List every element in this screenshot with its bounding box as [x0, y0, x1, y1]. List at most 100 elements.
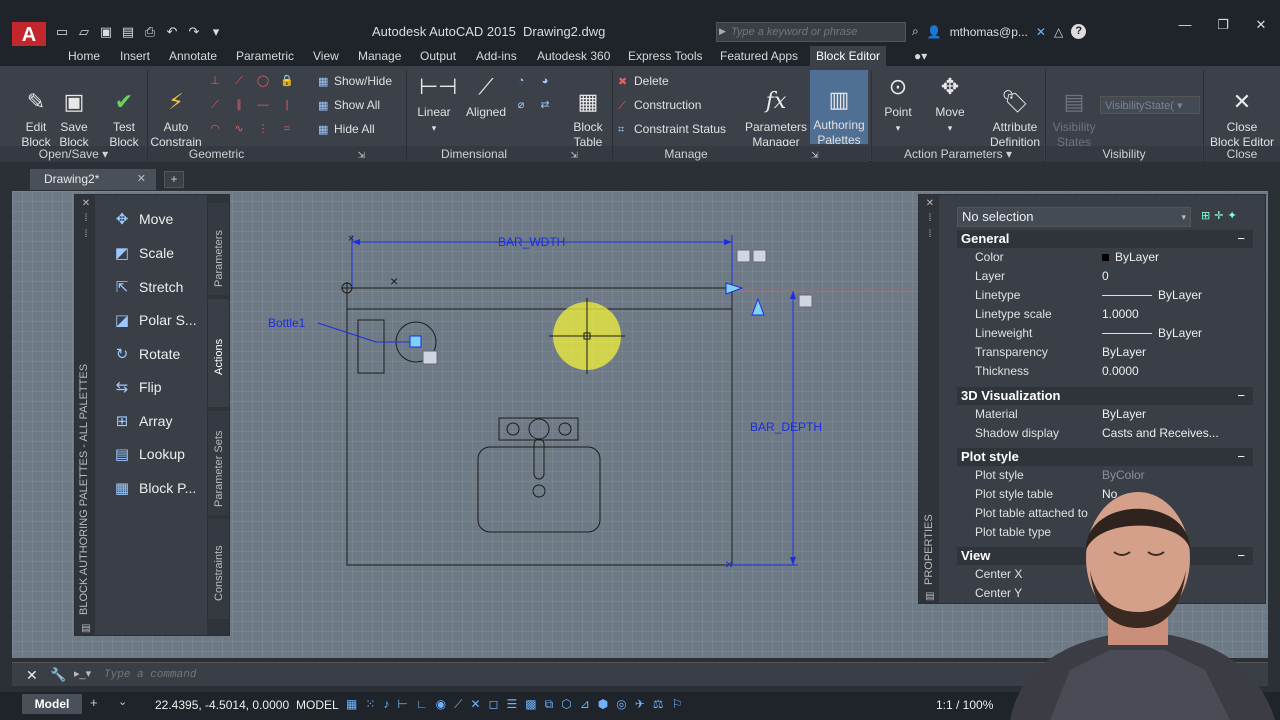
symmetric-icon[interactable]: ⋮ — [256, 122, 270, 136]
parameters-manager-button[interactable]: fx Parameters Manager — [744, 72, 808, 150]
dynamic-ucs-icon[interactable]: ⊿ — [580, 697, 590, 712]
snap-icon[interactable]: ⁙ — [365, 697, 375, 712]
equal-icon[interactable]: = — [280, 122, 294, 136]
search-input[interactable] — [717, 23, 905, 41]
properties-options-icon[interactable]: ⁞ — [924, 229, 936, 240]
block-table-button[interactable]: ▦ Block Table — [566, 72, 610, 150]
help-icon[interactable]: ? — [1071, 24, 1087, 39]
print-icon[interactable]: ⎙ — [142, 24, 158, 40]
properties-close-icon[interactable]: ✕ — [924, 198, 936, 209]
prop-row-lineweight[interactable]: Lineweight ByLayer — [957, 324, 1253, 343]
model-layout-tab[interactable]: Model — [22, 694, 82, 714]
annotation-autoscale-icon[interactable]: ⚐ — [672, 697, 683, 712]
palette-item-move[interactable]: ✥ Move — [111, 207, 174, 231]
viewport-scale[interactable]: 1:1 / 100% — [936, 698, 993, 712]
tab-view[interactable]: View — [307, 46, 345, 66]
dynamic-input-icon[interactable]: ⊢ — [397, 697, 407, 712]
infer-constraints-icon[interactable]: ♪ — [383, 697, 389, 712]
tab-parametric[interactable]: Parametric — [230, 46, 300, 66]
prop-row-material[interactable]: Material ByLayer — [957, 405, 1253, 424]
customize-icon[interactable]: 🔧 — [50, 667, 66, 683]
palette-tab-actions[interactable]: Actions — [207, 299, 229, 407]
command-input[interactable] — [104, 666, 604, 684]
ribbon-minimize-icon[interactable]: ●▾ — [908, 46, 933, 66]
point-parameter-button[interactable]: ⊙ Point ▾ — [878, 72, 918, 136]
open-save-group-label[interactable]: Open/Save ▾ — [0, 146, 147, 162]
horizontal-icon[interactable]: — — [256, 98, 270, 112]
tab-annotate[interactable]: Annotate — [163, 46, 223, 66]
close-command-line-icon[interactable]: ✕ — [26, 667, 38, 684]
geometric-group-label[interactable]: Geometric ⇲ — [148, 146, 406, 162]
polar-tracking-icon[interactable]: ◉ — [436, 697, 446, 712]
palette-autohide-icon[interactable]: ⁞ — [80, 213, 92, 224]
properties-menu-icon[interactable]: ▤ — [924, 591, 936, 602]
parallel-icon[interactable]: ∥ — [232, 98, 246, 112]
tangent-icon[interactable]: ◠ — [208, 122, 222, 136]
bottle-grip[interactable] — [409, 335, 422, 348]
prop-row-linetype-scale[interactable]: Linetype scale 1.0000 — [957, 305, 1253, 324]
construction-button[interactable]: ⟋ Construction — [618, 96, 701, 114]
properties-autohide-icon[interactable]: ⁞ — [924, 213, 936, 224]
close-tab-icon[interactable]: ✕ — [137, 169, 146, 190]
prop-row-thickness[interactable]: Thickness 0.0000 — [957, 362, 1253, 381]
diameter-icon[interactable]: ⌀ — [514, 98, 528, 112]
auto-constrain-button[interactable]: ⚡ Auto Constrain — [148, 72, 204, 150]
application-menu-button[interactable]: A — [12, 22, 46, 48]
open-file-icon[interactable]: ▱ — [76, 24, 92, 40]
object-snap-tracking-icon[interactable]: ✕ — [471, 697, 481, 712]
palette-item-rotate[interactable]: ↻ Rotate — [111, 342, 181, 366]
show-all-button[interactable]: ▦ Show All — [318, 96, 380, 114]
coincident-icon[interactable]: ⊥ — [208, 74, 222, 88]
annotation-visibility-icon[interactable]: ✈ — [635, 697, 645, 712]
ortho-icon[interactable]: ∟ — [416, 697, 428, 712]
delete-button[interactable]: ✖ Delete — [618, 72, 669, 90]
annotation-scale-icon[interactable]: ⚖ — [653, 697, 664, 712]
autodesk-360-icon[interactable]: △ — [1054, 25, 1063, 39]
layout-menu-icon[interactable]: ⌄ — [118, 695, 127, 708]
smooth-icon[interactable]: ∿ — [232, 122, 246, 136]
aligned-button[interactable]: ⟋ Aligned — [462, 72, 510, 120]
selection-filter-icon[interactable]: ⬢ — [598, 697, 608, 712]
concentric-icon[interactable]: ◯ — [256, 74, 270, 88]
save-icon[interactable]: ▣ — [98, 24, 114, 40]
vertical-icon[interactable]: | — [280, 98, 294, 112]
select-objects-icon[interactable]: ✛ — [1214, 210, 1227, 222]
palette-item-flip[interactable]: ⇆ Flip — [111, 375, 162, 399]
constraint-status-button[interactable]: ⌗ Constraint Status — [618, 120, 726, 138]
authoring-palettes-button[interactable]: ▥ Authoring Palettes — [810, 70, 868, 147]
search-expand-icon[interactable]: ▶ — [719, 26, 726, 37]
palette-item-lookup[interactable]: ▤ Lookup — [111, 442, 185, 466]
minimize-icon[interactable]: — — [1166, 14, 1204, 36]
prop-row-linetype[interactable]: Linetype ByLayer — [957, 286, 1253, 305]
tab-block-editor[interactable]: Block Editor — [810, 46, 887, 66]
section-general[interactable]: General − — [957, 230, 1253, 248]
3d-object-snap-icon[interactable]: ⬡ — [561, 697, 571, 712]
exchange-apps-icon[interactable]: ✕ — [1036, 25, 1046, 39]
new-tab-button[interactable]: + — [164, 171, 184, 188]
collinear-icon[interactable]: ⟋ — [232, 74, 246, 88]
tab-autodesk-360[interactable]: Autodesk 360 — [531, 46, 616, 66]
angular-icon[interactable]: ◔ — [514, 74, 528, 88]
user-name[interactable]: mthomas@p... — [950, 25, 1028, 39]
palette-tab-parameter-sets[interactable]: Parameter Sets — [207, 411, 229, 515]
prop-row-layer[interactable]: Layer 0 — [957, 267, 1253, 286]
action-parameters-group-label[interactable]: Action Parameters ▾ — [872, 146, 1044, 162]
palette-item-stretch[interactable]: ⇱ Stretch — [111, 275, 184, 299]
palette-item-polar-stretch[interactable]: ◪ Polar S... — [111, 308, 197, 332]
palette-item-scale[interactable]: ◩ Scale — [111, 241, 174, 265]
redo-icon[interactable]: ↷ — [186, 24, 202, 40]
coordinates-readout[interactable]: 22.4395, -4.5014, 0.0000 — [155, 698, 289, 712]
toggle-pickadd-icon[interactable]: ⊞ — [1201, 210, 1214, 222]
command-prompt-icon[interactable]: ▸_▾ — [74, 667, 91, 680]
convert-icon[interactable]: ⇄ — [538, 98, 552, 112]
test-block-button[interactable]: ✔ Test Block — [102, 72, 146, 150]
tab-featured-apps[interactable]: Featured Apps — [714, 46, 804, 66]
palette-item-array[interactable]: ⊞ Array — [111, 409, 173, 433]
close-block-editor-button[interactable]: ✕ Close Block Editor — [1208, 72, 1276, 150]
qat-dropdown-icon[interactable]: ▾ — [208, 24, 224, 40]
selection-cycling-icon[interactable]: ⧉ — [545, 697, 554, 712]
palette-title-strip[interactable]: ✕ ⁞ ⁞ BLOCK AUTHORING PALETTES - ALL PAL… — [75, 195, 95, 635]
lineweight-icon[interactable]: ☰ — [507, 697, 518, 712]
palette-tab-constraints[interactable]: Constraints — [207, 519, 229, 619]
tab-output[interactable]: Output — [414, 46, 462, 66]
